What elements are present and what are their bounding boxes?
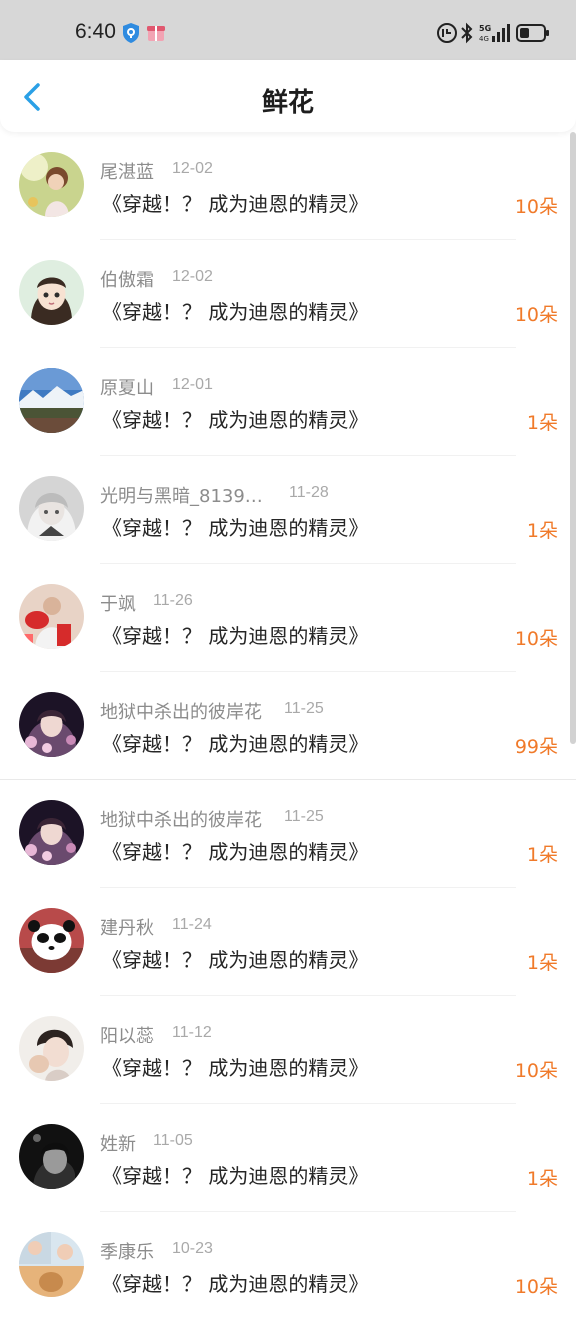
- sender-name: 姓新: [100, 1134, 136, 1155]
- flower-count: 10朵: [514, 1060, 558, 1082]
- sender-name: 地狱中杀出的彼岸花: [100, 810, 262, 831]
- list-item[interactable]: 建丹秋 11-24 《穿越！？ 成为迪恩的精灵》 1朵: [0, 888, 576, 996]
- gift-date: 11-25: [284, 700, 324, 717]
- gift-date: 11-26: [153, 592, 193, 609]
- book-title: 《穿越！？ 成为迪恩的精灵》: [102, 300, 369, 324]
- book-title: 《穿越！？ 成为迪恩的精灵》: [102, 1272, 369, 1296]
- book-title: 《穿越！？ 成为迪恩的精灵》: [102, 732, 369, 756]
- sender-name: 原夏山: [100, 378, 154, 399]
- list-item[interactable]: 地狱中杀出的彼岸花 11-25 《穿越！？ 成为迪恩的精灵》 1朵: [0, 780, 576, 888]
- flower-count: 10朵: [514, 196, 558, 218]
- list-item[interactable]: 光明与黑暗_8139… 11-28 《穿越！？ 成为迪恩的精灵》 1朵: [0, 456, 576, 564]
- avatar[interactable]: [19, 476, 84, 541]
- avatar[interactable]: [19, 692, 84, 757]
- avatar[interactable]: [19, 584, 84, 649]
- svg-text:5G: 5G: [479, 24, 491, 33]
- book-title: 《穿越！？ 成为迪恩的精灵》: [102, 624, 369, 648]
- sender-name: 季康乐: [100, 1242, 154, 1263]
- gift-date: 11-28: [289, 484, 329, 501]
- flower-count: 10朵: [514, 1276, 558, 1298]
- avatar[interactable]: [19, 908, 84, 973]
- book-title: 《穿越！？ 成为迪恩的精灵》: [102, 840, 369, 864]
- sender-name: 光明与黑暗_8139…: [100, 486, 263, 507]
- gift-date: 11-25: [284, 808, 324, 825]
- book-title: 《穿越！？ 成为迪恩的精灵》: [102, 1056, 369, 1080]
- sender-name: 建丹秋: [100, 918, 154, 939]
- avatar[interactable]: [19, 152, 84, 217]
- avatar[interactable]: [19, 800, 84, 865]
- flower-count: 1朵: [526, 952, 558, 974]
- battery-icon: [516, 22, 550, 48]
- top-nav-bar: 鲜花: [0, 60, 576, 132]
- sender-name: 于飒: [100, 594, 136, 615]
- avatar[interactable]: [19, 260, 84, 325]
- gift-date: 11-12: [172, 1024, 212, 1041]
- list-item[interactable]: 季康乐 10-23 《穿越！？ 成为迪恩的精灵》 10朵: [0, 1212, 576, 1320]
- gift-date: 11-05: [153, 1132, 193, 1149]
- sender-name: 伯傲霜: [100, 270, 154, 291]
- gift-date: 12-02: [172, 160, 213, 177]
- book-title: 《穿越！？ 成为迪恩的精灵》: [102, 948, 369, 972]
- flower-count: 1朵: [526, 844, 558, 866]
- svg-text:4G: 4G: [479, 35, 489, 43]
- book-title: 《穿越！？ 成为迪恩的精灵》: [102, 1164, 369, 1188]
- status-bar: 6:40 5G 4G: [0, 0, 576, 60]
- sender-name: 尾湛蓝: [100, 162, 154, 183]
- list-item[interactable]: 阳以蕊 11-12 《穿越！？ 成为迪恩的精灵》 10朵: [0, 996, 576, 1104]
- list-item[interactable]: 伯傲霜 12-02 《穿越！？ 成为迪恩的精灵》 10朵: [0, 240, 576, 348]
- book-title: 《穿越！？ 成为迪恩的精灵》: [102, 516, 369, 540]
- flower-count: 1朵: [526, 1168, 558, 1190]
- scrollbar[interactable]: [570, 132, 576, 744]
- list-item[interactable]: 地狱中杀出的彼岸花 11-25 《穿越！？ 成为迪恩的精灵》 99朵: [0, 672, 576, 780]
- list-item[interactable]: 尾湛蓝 12-02 《穿越！？ 成为迪恩的精灵》 10朵: [0, 132, 576, 240]
- gift-date: 11-24: [172, 916, 212, 933]
- sender-name: 地狱中杀出的彼岸花: [100, 702, 262, 723]
- bluetooth-icon: [460, 22, 474, 48]
- list-item[interactable]: 原夏山 12-01 《穿越！？ 成为迪恩的精灵》 1朵: [0, 348, 576, 456]
- list-item[interactable]: 姓新 11-05 《穿越！？ 成为迪恩的精灵》 1朵: [0, 1104, 576, 1212]
- alarm-icon: [436, 22, 458, 48]
- avatar[interactable]: [19, 368, 84, 433]
- flower-count: 10朵: [514, 628, 558, 650]
- page-title: 鲜花: [261, 88, 314, 118]
- flower-count: 1朵: [526, 412, 558, 434]
- flower-gift-list: 尾湛蓝 12-02 《穿越！？ 成为迪恩的精灵》 10朵 伯傲霜 12-02 《…: [0, 132, 576, 1320]
- signal-5g-icon: 5G 4G: [479, 22, 511, 48]
- gift-date: 12-01: [172, 376, 213, 393]
- status-time: 6:40: [75, 20, 116, 43]
- gift-icon: [146, 22, 166, 46]
- shield-icon: [121, 22, 141, 48]
- book-title: 《穿越！？ 成为迪恩的精灵》: [102, 408, 369, 432]
- list-item[interactable]: 于飒 11-26 《穿越！？ 成为迪恩的精灵》 10朵: [0, 564, 576, 672]
- avatar[interactable]: [19, 1016, 84, 1081]
- avatar[interactable]: [19, 1124, 84, 1189]
- book-title: 《穿越！？ 成为迪恩的精灵》: [102, 192, 369, 216]
- gift-date: 10-23: [172, 1240, 213, 1257]
- flower-count: 99朵: [514, 736, 558, 758]
- avatar[interactable]: [19, 1232, 84, 1297]
- flower-count: 10朵: [514, 304, 558, 326]
- flower-count: 1朵: [526, 520, 558, 542]
- sender-name: 阳以蕊: [100, 1026, 154, 1047]
- gift-date: 12-02: [172, 268, 213, 285]
